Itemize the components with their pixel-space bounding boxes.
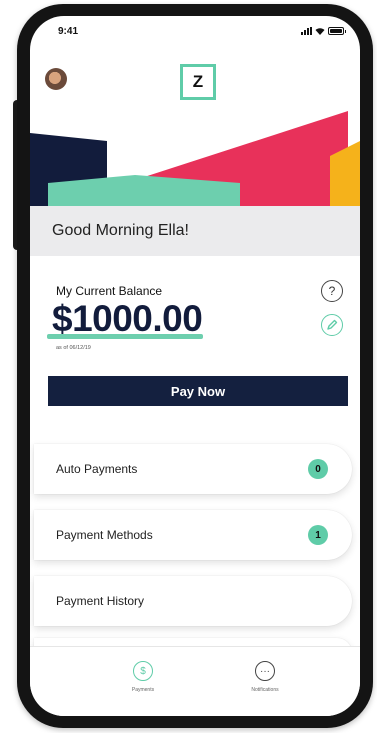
greeting-text: Good Morning Ella!: [52, 222, 189, 239]
menu-item-payment-history[interactable]: Payment History: [34, 576, 352, 626]
stage: 9:41 Z Good Morning Ella! My Current Bal…: [0, 0, 377, 733]
tab-label: Notifications: [251, 687, 279, 693]
balance-label: My Current Balance: [56, 284, 163, 298]
menu-item-label: Payment History: [56, 594, 145, 608]
pencil-icon: [327, 319, 338, 330]
chat-icon: ···: [255, 661, 275, 681]
tab-label: Payments: [131, 687, 155, 693]
tab-notifications[interactable]: ··· Notifications: [230, 661, 300, 693]
logo-letter: Z: [192, 72, 204, 91]
tab-bar: $ Payments ··· Notifications: [30, 646, 360, 716]
question-icon: ?: [328, 284, 336, 298]
banner-art: [30, 111, 360, 206]
help-button[interactable]: ?: [321, 280, 343, 302]
battery-icon: [328, 27, 346, 35]
greeting-strip: Good Morning Ella!: [30, 206, 360, 256]
status-icons: [301, 27, 346, 35]
dollar-icon: $: [133, 661, 153, 681]
app-screen: 9:41 Z Good Morning Ella! My Current Bal…: [30, 16, 360, 716]
pay-now-button[interactable]: Pay Now: [48, 376, 348, 406]
phone-frame: 9:41 Z Good Morning Ella! My Current Bal…: [17, 4, 373, 728]
menu-item-auto-payments[interactable]: Auto Payments 0: [34, 444, 352, 494]
app-logo: Z: [180, 64, 216, 100]
count-badge: 1: [308, 525, 328, 545]
tab-payments[interactable]: $ Payments: [108, 661, 178, 693]
balance-amount: $1000.00: [52, 298, 203, 339]
signal-icon: [301, 27, 312, 35]
count-badge: 0: [308, 459, 328, 479]
menu-item-payment-methods[interactable]: Payment Methods 1: [34, 510, 352, 560]
menu-item-label: Payment Methods: [56, 528, 153, 542]
wifi-icon: [315, 28, 325, 35]
menu-item-label: Auto Payments: [56, 462, 138, 476]
balance-as-of-date: as of 06/12/19: [56, 345, 91, 351]
edit-button[interactable]: [321, 314, 343, 336]
status-time: 9:41: [58, 26, 79, 37]
avatar[interactable]: [45, 68, 67, 90]
